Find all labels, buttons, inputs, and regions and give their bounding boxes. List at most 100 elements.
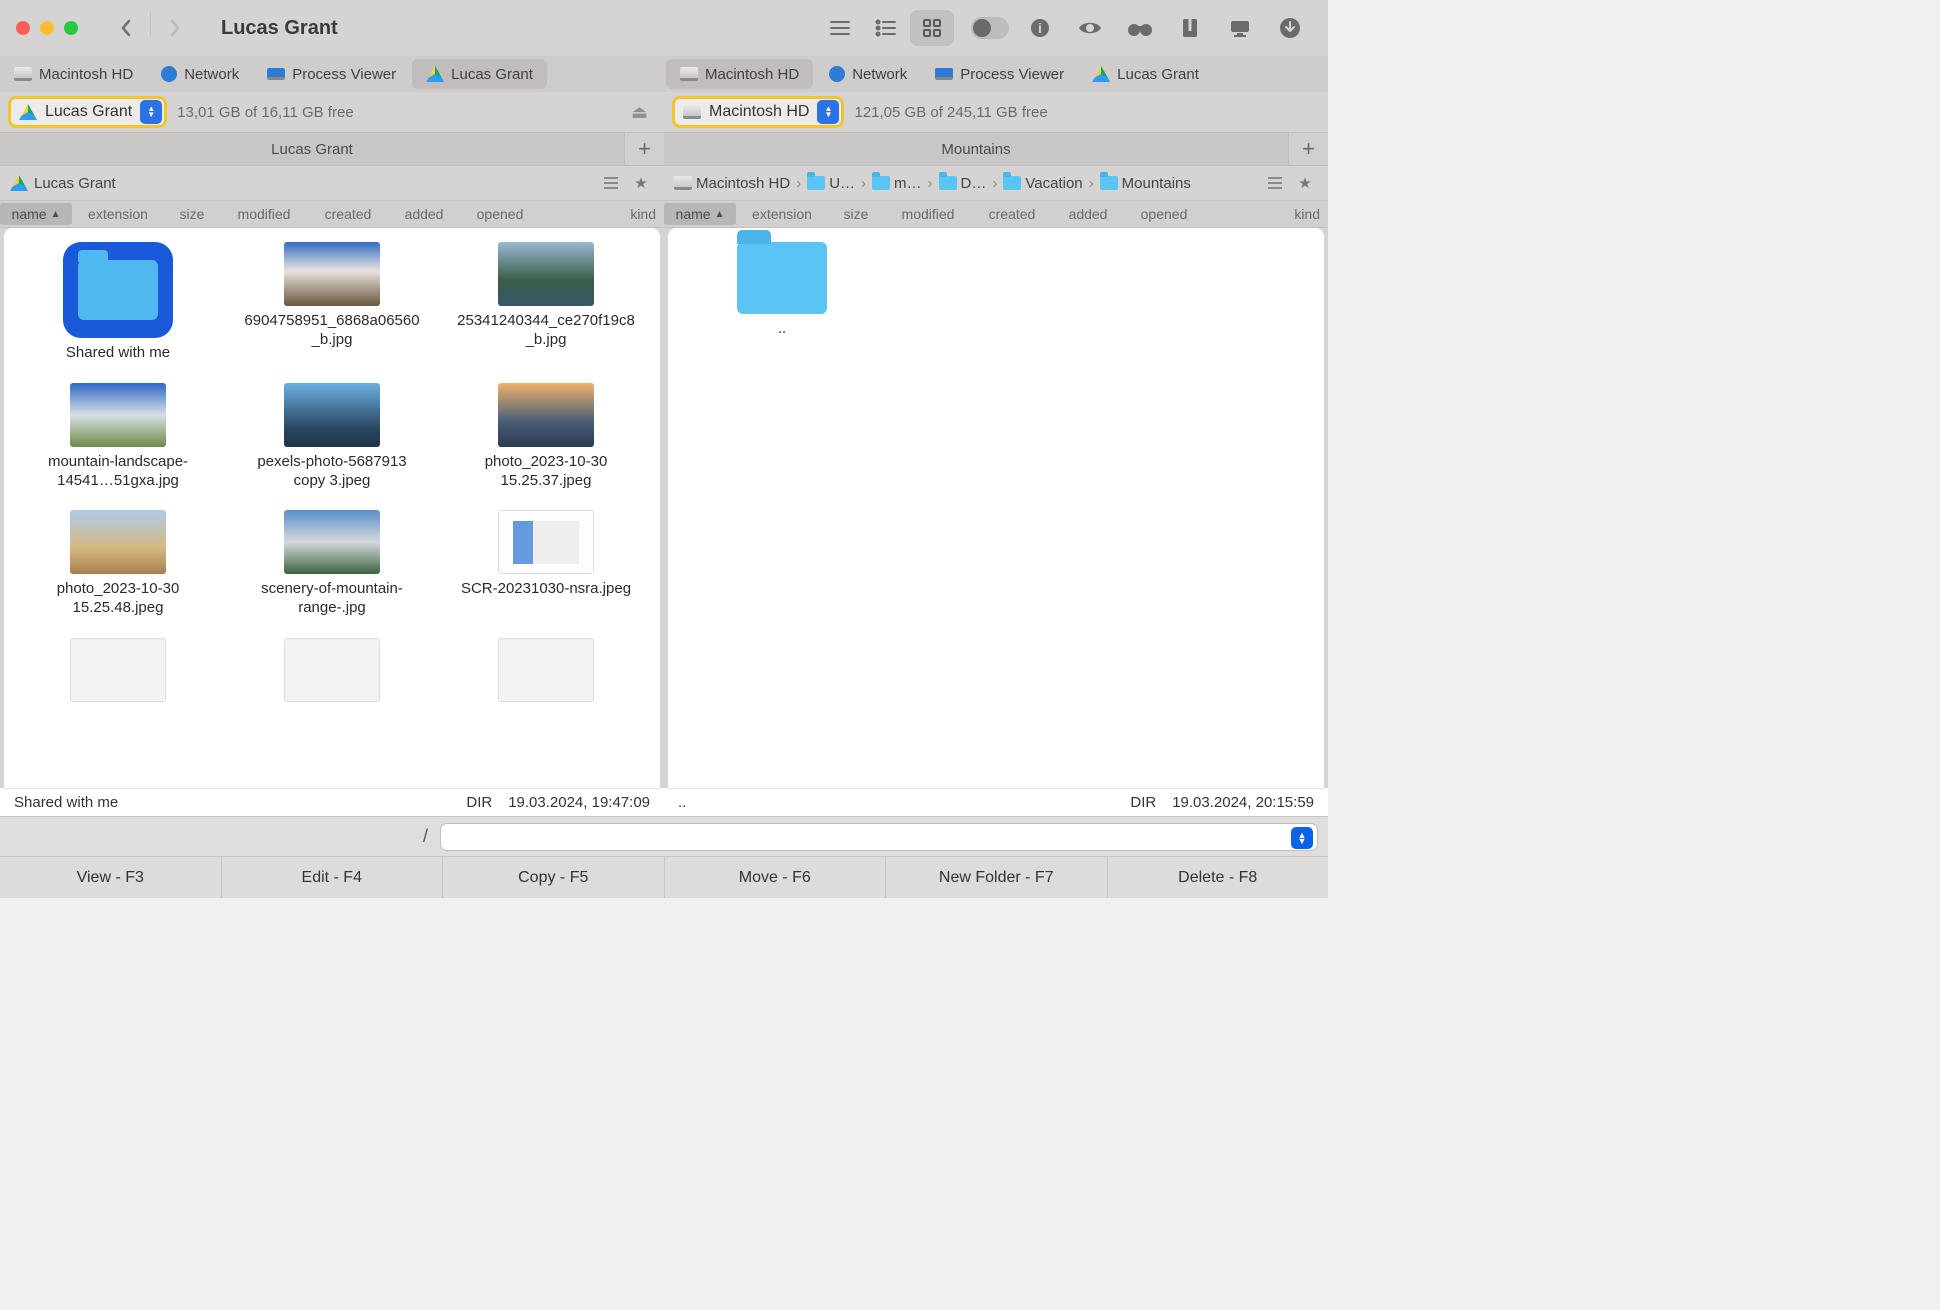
func-move[interactable]: Move - F6 bbox=[665, 857, 887, 898]
col-created[interactable]: created bbox=[308, 201, 388, 227]
archive-icon[interactable] bbox=[1168, 10, 1212, 46]
breadcrumb[interactable]: m… bbox=[872, 175, 922, 192]
volume-selector-right[interactable]: Macintosh HD ▲▼ bbox=[672, 96, 844, 128]
crumb-label: Vacation bbox=[1025, 175, 1082, 192]
status-kind: DIR bbox=[1130, 794, 1156, 811]
download-icon[interactable] bbox=[1268, 10, 1312, 46]
col-opened[interactable]: opened bbox=[460, 201, 540, 227]
crumb-label: U… bbox=[829, 175, 855, 192]
breadcrumb[interactable]: U… bbox=[807, 175, 855, 192]
path-right[interactable]: Macintosh HD › U… › m… › D… › Vacation ›… bbox=[664, 166, 1328, 200]
content-left[interactable]: Shared with me6904758951_6868a06560_b.jp… bbox=[4, 228, 660, 788]
remote-icon[interactable] bbox=[1218, 10, 1262, 46]
col-extension[interactable]: extension bbox=[72, 201, 164, 227]
fav-label: Lucas Grant bbox=[451, 66, 533, 83]
fav-lucas-grant[interactable]: Lucas Grant bbox=[412, 59, 547, 89]
col-extension[interactable]: extension bbox=[736, 201, 828, 227]
col-created[interactable]: created bbox=[972, 201, 1052, 227]
tab-right[interactable]: Mountains bbox=[664, 133, 1288, 165]
file-item[interactable]: mountain-landscape-14541…51gxa.jpg bbox=[14, 383, 222, 491]
close-window[interactable] bbox=[16, 21, 30, 35]
file-item[interactable] bbox=[442, 638, 650, 708]
folder-icon bbox=[737, 242, 827, 314]
file-item[interactable]: .. bbox=[678, 242, 886, 339]
fav-process-viewer[interactable]: Process Viewer bbox=[253, 56, 410, 92]
func-copy[interactable]: Copy - F5 bbox=[443, 857, 665, 898]
fav-macintosh-hd-r[interactable]: Macintosh HD bbox=[666, 59, 813, 89]
col-kind[interactable]: kind bbox=[540, 201, 664, 227]
breadcrumb[interactable]: Vacation bbox=[1003, 175, 1082, 192]
file-item[interactable]: 25341240344_ce270f19c8_b.jpg bbox=[442, 242, 650, 363]
nav-forward-button[interactable] bbox=[159, 12, 191, 44]
col-size[interactable]: size bbox=[164, 201, 220, 227]
toggle-switch[interactable] bbox=[968, 10, 1012, 46]
file-item[interactable]: Shared with me bbox=[14, 242, 222, 363]
file-item[interactable]: pexels-photo-5687913 copy 3.jpeg bbox=[228, 383, 436, 491]
app-window: Lucas Grant i bbox=[0, 0, 1328, 898]
file-item[interactable]: photo_2023-10-30 15.25.48.jpeg bbox=[14, 510, 222, 618]
dropdown-caret-icon[interactable]: ▲▼ bbox=[1291, 827, 1313, 849]
col-kind[interactable]: kind bbox=[1204, 201, 1328, 227]
path-text: Lucas Grant bbox=[34, 175, 116, 192]
path-list-icon[interactable] bbox=[1262, 170, 1288, 196]
func-delete[interactable]: Delete - F8 bbox=[1108, 857, 1329, 898]
fav-network[interactable]: Network bbox=[147, 56, 253, 92]
tab-left[interactable]: Lucas Grant bbox=[0, 133, 624, 165]
breadcrumb[interactable]: D… bbox=[939, 175, 987, 192]
file-item[interactable]: SCR-20231030-nsra.jpeg bbox=[442, 510, 650, 618]
func-new-folder[interactable]: New Folder - F7 bbox=[886, 857, 1108, 898]
command-input[interactable]: ▲▼ bbox=[440, 823, 1318, 851]
file-item[interactable]: photo_2023-10-30 15.25.37.jpeg bbox=[442, 383, 650, 491]
minimize-window[interactable] bbox=[40, 21, 54, 35]
image-thumbnail bbox=[284, 638, 380, 702]
col-modified[interactable]: modified bbox=[220, 201, 308, 227]
func-edit[interactable]: Edit - F4 bbox=[222, 857, 444, 898]
fav-macintosh-hd[interactable]: Macintosh HD bbox=[0, 56, 147, 92]
dropdown-caret-icon: ▲▼ bbox=[817, 100, 839, 124]
volume-free-space: 13,01 GB of 16,11 GB free bbox=[177, 104, 354, 121]
col-modified[interactable]: modified bbox=[884, 201, 972, 227]
breadcrumb-sep: › bbox=[861, 175, 866, 192]
sort-asc-icon: ▲ bbox=[715, 209, 725, 220]
add-tab-right[interactable]: + bbox=[1288, 133, 1328, 165]
file-item[interactable]: scenery-of-mountain-range-.jpg bbox=[228, 510, 436, 618]
col-opened[interactable]: opened bbox=[1124, 201, 1204, 227]
volume-selector-left[interactable]: Lucas Grant ▲▼ bbox=[8, 96, 167, 128]
path-list-icon[interactable] bbox=[598, 170, 624, 196]
volume-free-space: 121,05 GB of 245,11 GB free bbox=[854, 104, 1047, 121]
fav-process-viewer-r[interactable]: Process Viewer bbox=[921, 56, 1078, 92]
path-row: Lucas Grant ★ Macintosh HD › U… › m… › D… bbox=[0, 166, 1328, 200]
info-icon[interactable]: i bbox=[1018, 10, 1062, 46]
path-star-icon[interactable]: ★ bbox=[628, 170, 654, 196]
fav-network-r[interactable]: Network bbox=[815, 56, 921, 92]
col-added[interactable]: added bbox=[1052, 201, 1124, 227]
col-size[interactable]: size bbox=[828, 201, 884, 227]
col-name[interactable]: name▲ bbox=[664, 203, 736, 225]
view-grid-button[interactable] bbox=[910, 10, 954, 46]
crumb-label: Mountains bbox=[1122, 175, 1191, 192]
zoom-window[interactable] bbox=[64, 21, 78, 35]
col-added[interactable]: added bbox=[388, 201, 460, 227]
tab-label: Mountains bbox=[941, 141, 1010, 158]
gdrive-icon bbox=[1092, 66, 1110, 82]
status-date: 19.03.2024, 20:15:59 bbox=[1172, 794, 1314, 811]
path-star-icon[interactable]: ★ bbox=[1292, 170, 1318, 196]
binoculars-icon[interactable] bbox=[1118, 10, 1162, 46]
file-item[interactable]: 6904758951_6868a06560_b.jpg bbox=[228, 242, 436, 363]
nav-back-button[interactable] bbox=[110, 12, 142, 44]
path-left[interactable]: Lucas Grant ★ bbox=[0, 166, 664, 200]
view-list-button[interactable] bbox=[864, 10, 908, 46]
func-view[interactable]: View - F3 bbox=[0, 857, 222, 898]
preview-icon[interactable] bbox=[1068, 10, 1112, 46]
fav-lucas-grant-r[interactable]: Lucas Grant bbox=[1078, 56, 1213, 92]
col-name[interactable]: name▲ bbox=[0, 203, 72, 225]
breadcrumb[interactable]: Mountains bbox=[1100, 175, 1191, 192]
content-right[interactable]: .. bbox=[668, 228, 1324, 788]
file-item[interactable] bbox=[228, 638, 436, 708]
view-list-detail-button[interactable] bbox=[818, 10, 862, 46]
eject-icon[interactable]: ⏏ bbox=[631, 102, 656, 123]
breadcrumb[interactable]: Macintosh HD bbox=[674, 175, 790, 192]
add-tab-left[interactable]: + bbox=[624, 133, 664, 165]
file-item[interactable] bbox=[14, 638, 222, 708]
image-thumbnail bbox=[498, 242, 594, 306]
